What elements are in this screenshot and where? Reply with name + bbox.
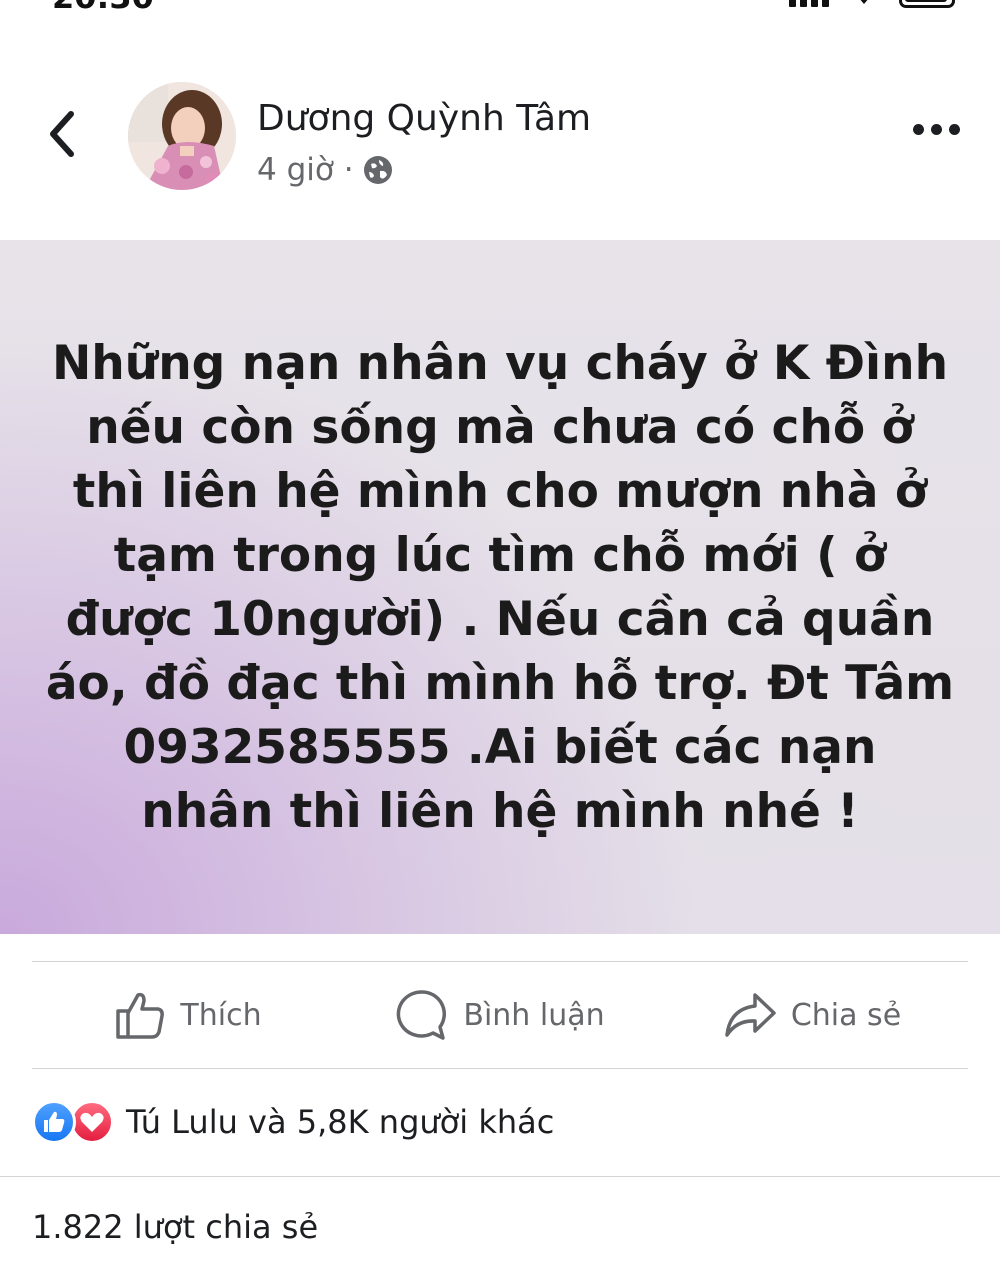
post-text-line: nếu còn sống mà chưa có chỗ ở (86, 400, 914, 455)
more-options-button[interactable] (913, 124, 960, 135)
share-button[interactable]: Chia sẻ (656, 962, 968, 1068)
back-button[interactable] (40, 106, 84, 162)
like-label: Thích (180, 997, 262, 1033)
more-horizontal-icon (913, 124, 924, 135)
status-icons (789, 0, 955, 8)
post-text-line: tạm trong lúc tìm chỗ mới ( ở (113, 528, 887, 583)
shares-count[interactable]: 1.822 lượt chia sẻ (32, 1208, 318, 1246)
divider (32, 1068, 968, 1069)
love-icon (70, 1100, 114, 1144)
post-text-line: 0932585555 .Ai biết các nạn (123, 720, 877, 775)
author-name[interactable]: Dương Quỳnh Tâm (257, 98, 591, 139)
share-label: Chia sẻ (790, 997, 902, 1033)
post-timestamp[interactable]: 4 giờ · (257, 152, 354, 188)
reactions-summary[interactable]: Tú Lulu và 5,8K người khác (32, 1098, 554, 1146)
post-header: Dương Quỳnh Tâm 4 giờ · (0, 80, 1000, 192)
battery-icon (899, 0, 955, 8)
like-icon (32, 1100, 76, 1144)
like-button[interactable]: Thích (32, 962, 344, 1068)
comment-icon (397, 990, 447, 1040)
post-text-line: Những nạn nhân vụ cháy ở K Đình (51, 336, 949, 391)
action-bar: Thích Bình luận Chia sẻ (32, 962, 968, 1068)
wifi-icon (860, 0, 868, 4)
post-text-line: được 10người) . Nếu cần cả quần (65, 592, 935, 647)
share-icon (725, 993, 776, 1037)
reactions-text: Tú Lulu và 5,8K người khác (126, 1103, 555, 1141)
signal-icon (789, 0, 829, 7)
globe-icon (363, 156, 392, 184)
post-text: Những nạn nhân vụ cháy ở K Đình nếu còn … (30, 332, 970, 844)
thumbs-up-icon (116, 992, 165, 1039)
avatar-photo (128, 82, 236, 190)
comment-button[interactable]: Bình luận (344, 962, 656, 1068)
status-time: 20:30 (52, 0, 154, 16)
avatar[interactable] (128, 82, 236, 190)
post-text-line: thì liên hệ mình cho mượn nhà ở (72, 464, 928, 519)
divider (0, 1176, 1000, 1177)
reaction-icons (32, 1098, 120, 1146)
comment-label: Bình luận (463, 997, 605, 1033)
post-text-line: áo, đồ đạc thì mình hỗ trợ. Đt Tâm (45, 656, 955, 711)
status-bar: 20:30 (0, 0, 1000, 16)
post-meta: 4 giờ · (257, 152, 394, 188)
chevron-left-icon (50, 111, 74, 157)
post-text-line: nhân thì liên hệ mình nhé ! (141, 784, 859, 839)
post-content: Những nạn nhân vụ cháy ở K Đình nếu còn … (0, 240, 1000, 934)
facebook-post-screen: 20:30 (0, 0, 1000, 1274)
